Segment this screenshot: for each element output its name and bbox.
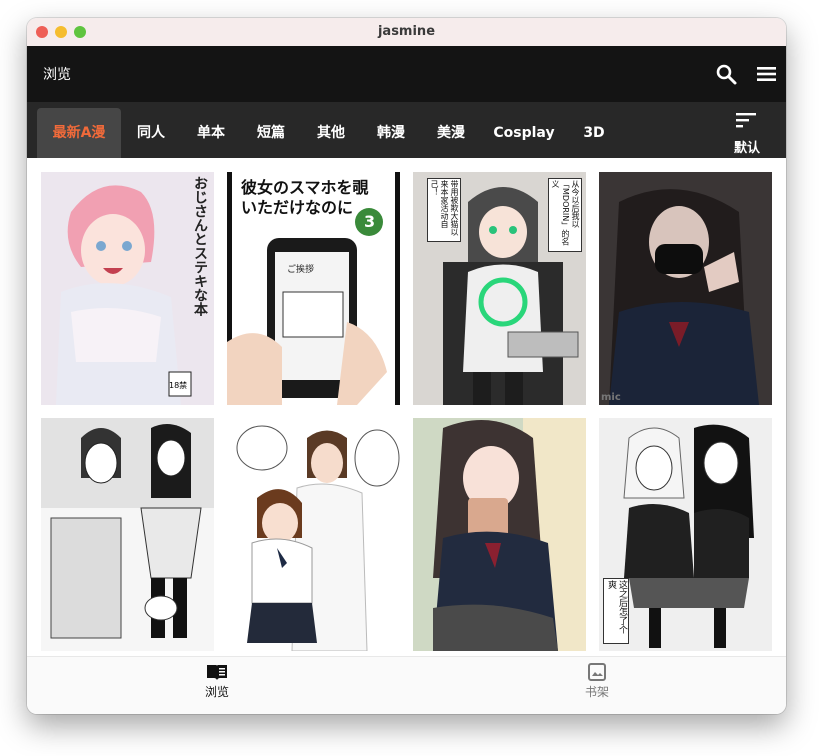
- search-button[interactable]: [714, 62, 738, 86]
- comic-cover[interactable]: 从今以后我以「MDORIN」的名义 带用被欺大猫以来本家活动自己！: [413, 172, 586, 405]
- app-bar: 浏览: [27, 46, 786, 102]
- bottom-navigation: 浏览 书架: [27, 656, 786, 714]
- menu-button[interactable]: [754, 62, 778, 86]
- cover-title: おじさんとステキな本: [192, 176, 208, 316]
- sort-button[interactable]: 默认: [727, 108, 767, 158]
- comic-cover[interactable]: [227, 418, 400, 651]
- cover-title: 彼女のスマホを覗いただけなのに: [241, 178, 369, 217]
- comic-cover[interactable]: 彼女のスマホを覗いただけなのに 3 ご挨拶: [227, 172, 400, 405]
- cover-illustration: [413, 418, 586, 651]
- nav-browse[interactable]: 浏览: [177, 663, 257, 700]
- app-window: jasmine 浏览 最新A漫 同人 单本 短篇 其他 韩漫 美漫 Cospla…: [27, 18, 786, 714]
- tab-other[interactable]: 其他: [307, 108, 355, 158]
- window-title: jasmine: [377, 24, 436, 39]
- cover-side-text: 带用被欺大猫以来本家活动自己！: [427, 178, 461, 242]
- comic-grid: おじさんとステキな本 18禁 彼女のスマホを覗いただけなのに 3 ご挨拶 从今以…: [27, 158, 786, 656]
- age-badge: 18禁: [169, 381, 188, 390]
- nav-bookshelf[interactable]: 书架: [557, 663, 637, 700]
- category-tab-bar: 最新A漫 同人 单本 短篇 其他 韩漫 美漫 Cosplay 3D 默认: [27, 102, 786, 158]
- tab-short[interactable]: 短篇: [247, 108, 295, 158]
- cover-illustration: [41, 172, 214, 405]
- title-bar: jasmine: [27, 18, 786, 47]
- phone-screen-text: ご挨拶: [287, 265, 315, 275]
- cover-illustration: [41, 418, 214, 651]
- cover-illustration: [599, 172, 772, 405]
- nav-browse-label: 浏览: [204, 685, 229, 699]
- image-icon: [588, 663, 606, 681]
- tab-latest[interactable]: 最新A漫: [37, 108, 121, 158]
- watermark: mic: [601, 392, 621, 403]
- search-icon: [716, 64, 737, 85]
- nav-bookshelf-label: 书架: [584, 685, 609, 699]
- cover-title: 这之后怎了个爽: [603, 578, 629, 644]
- tab-doujin[interactable]: 同人: [127, 108, 175, 158]
- tab-korean[interactable]: 韩漫: [367, 108, 415, 158]
- comic-cover[interactable]: mic: [599, 172, 772, 405]
- comic-cover[interactable]: 这之后怎了个爽: [599, 418, 772, 651]
- sort-icon: [736, 113, 756, 128]
- sort-label: 默认: [733, 141, 760, 156]
- tab-3d[interactable]: 3D: [571, 108, 617, 158]
- page-title: 浏览: [43, 67, 71, 83]
- comic-cover[interactable]: おじさんとステキな本 18禁: [41, 172, 214, 405]
- tab-american[interactable]: 美漫: [427, 108, 475, 158]
- book-icon: [207, 665, 227, 680]
- comic-cover[interactable]: [413, 418, 586, 651]
- menu-icon: [757, 67, 776, 81]
- comic-cover[interactable]: [41, 418, 214, 651]
- cover-title: 从今以后我以「MDORIN」的名义: [548, 178, 582, 252]
- cover-illustration: [227, 418, 400, 651]
- tab-cosplay[interactable]: Cosplay: [489, 108, 559, 158]
- volume-number: 3: [364, 212, 376, 231]
- tab-single[interactable]: 单本: [187, 108, 235, 158]
